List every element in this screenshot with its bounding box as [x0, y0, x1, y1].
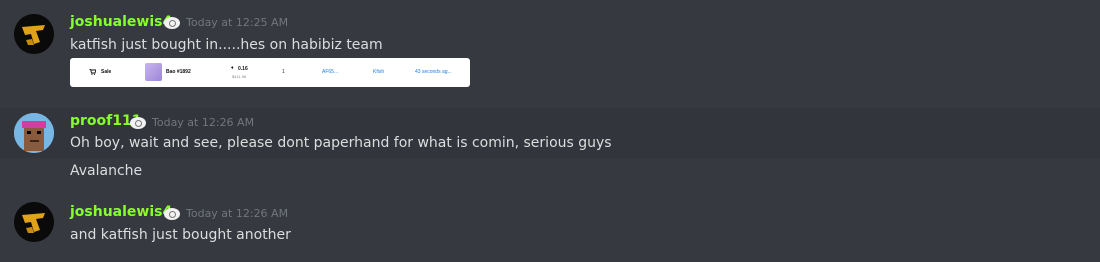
eth-icon: ♦ [231, 65, 234, 71]
avatar-pixel-icon [14, 113, 54, 153]
badge-icon [164, 208, 180, 220]
avatar-joshualewis4[interactable] [14, 14, 54, 54]
username[interactable]: joshualewis4 [70, 204, 172, 220]
sale-embed: Sale Bao #1892 ♦ 0.16 $411.96 1 AF65... … [70, 58, 470, 87]
item-name[interactable]: Bao #1892 [166, 69, 191, 75]
message-text: Avalanche [70, 163, 143, 179]
message-3: joshualewis4 Today at 12:26 AM and katfi… [0, 190, 1100, 262]
from-address[interactable]: AF65... [322, 69, 338, 75]
message-text: and katfish just bought another [70, 227, 291, 243]
avatar-joshualewis4[interactable] [14, 202, 54, 242]
event-label: Sale [101, 69, 112, 75]
timestamp: Today at 12:25 AM [186, 16, 289, 29]
timestamp: Today at 12:26 AM [186, 207, 289, 220]
to-address[interactable]: Kfish [373, 69, 384, 75]
message-1: joshualewis4 Today at 12:25 AM katfish j… [0, 0, 1100, 100]
price-usd: $411.96 [232, 74, 247, 79]
username[interactable]: joshualewis4 [70, 14, 172, 30]
timestamp: Today at 12:26 AM [152, 116, 255, 129]
cart-icon [89, 69, 96, 75]
message-2-followup: Avalanche [0, 158, 1100, 188]
quantity: 1 [282, 69, 285, 75]
avatar-proof111[interactable] [14, 113, 54, 153]
badge-icon [130, 117, 146, 129]
avatar-logo-icon [14, 14, 54, 54]
badge-icon [164, 17, 180, 29]
message-text: Oh boy, wait and see, please dont paperh… [70, 135, 612, 151]
price-eth: 0.16 [238, 66, 248, 72]
avatar-logo-icon [14, 202, 54, 242]
message-text: katfish just bought in.....hes on habibi… [70, 37, 383, 53]
nft-thumbnail[interactable] [145, 63, 162, 81]
message-2: proof111 Today at 12:26 AM Oh boy, wait … [0, 108, 1100, 158]
sale-time[interactable]: 43 seconds ag... [415, 69, 452, 75]
